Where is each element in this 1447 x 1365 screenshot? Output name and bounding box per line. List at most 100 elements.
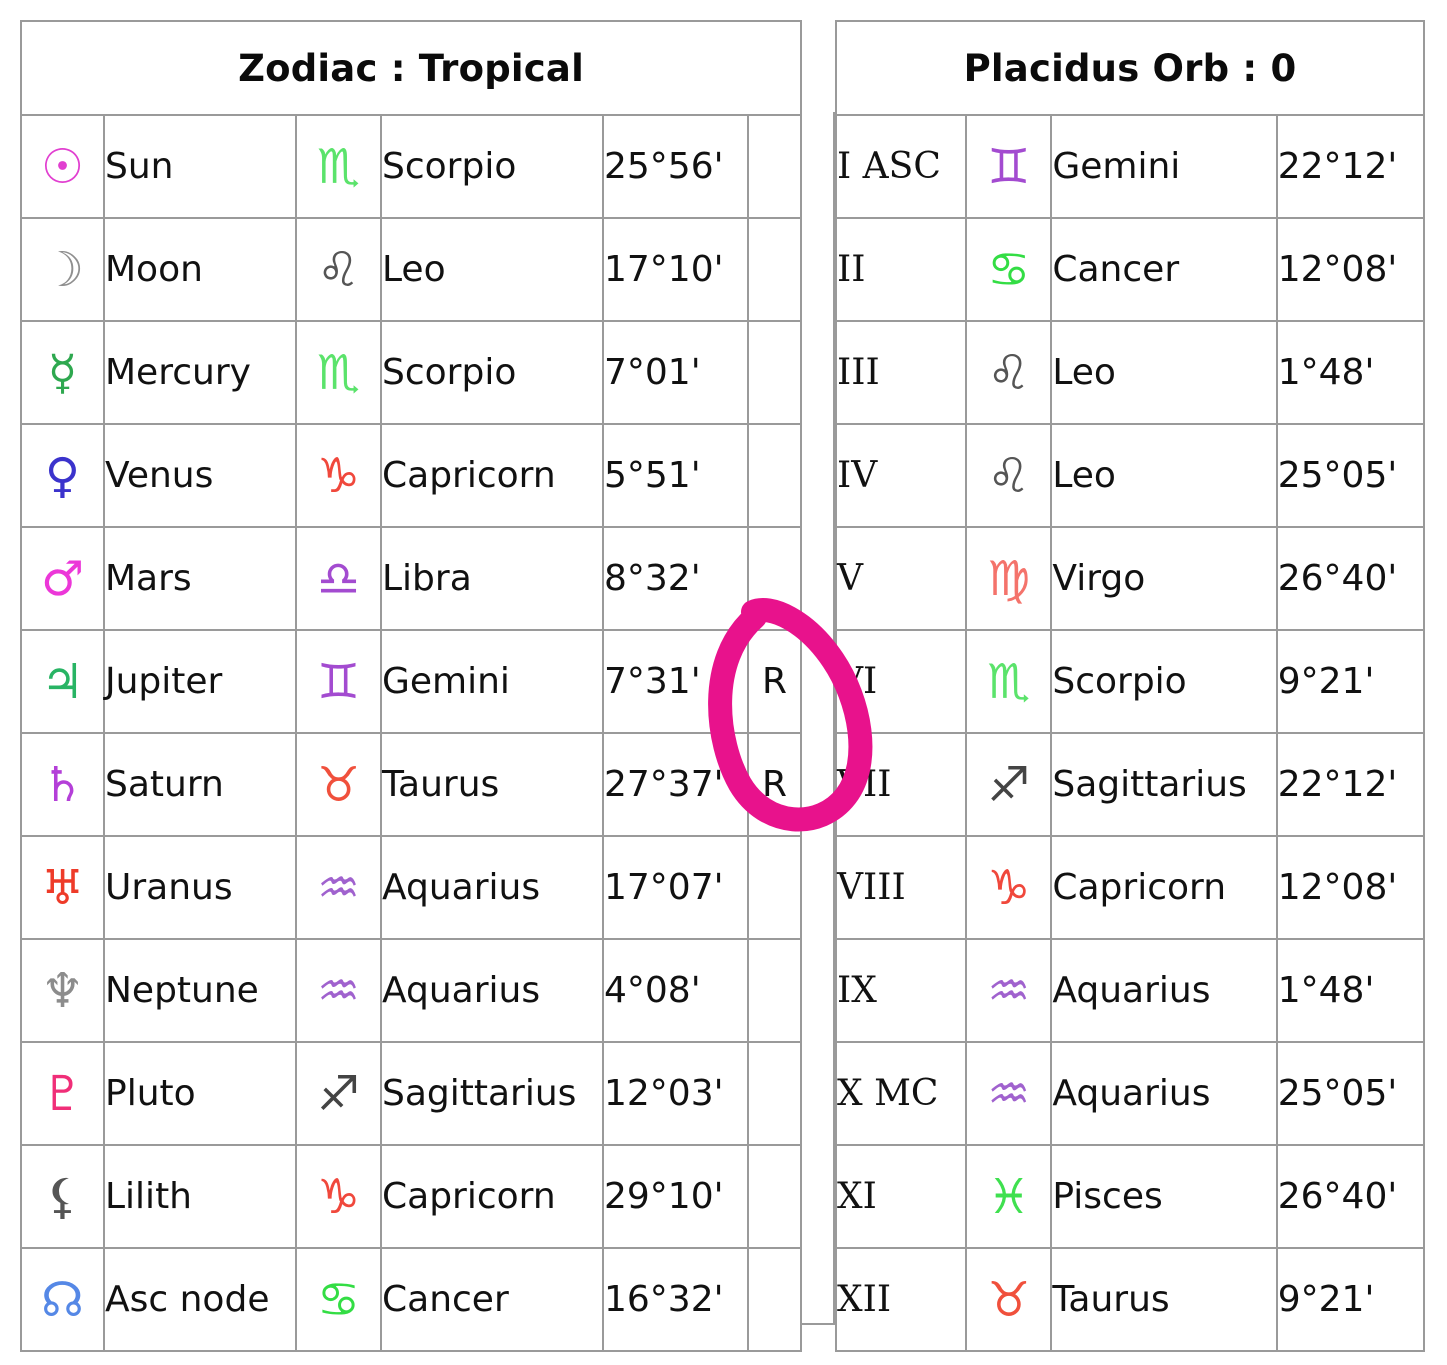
sign-name-cell: Aquarius	[380, 938, 604, 1043]
zodiac-table-header-row: Zodiac : Tropical	[19, 20, 803, 116]
sign-name-cell: Sagittarius	[380, 1041, 604, 1146]
lilith-icon: ⚸	[44, 1168, 81, 1225]
degree-cell: 7°01'	[602, 320, 749, 425]
sign-name-cell: Leo	[380, 217, 604, 322]
scorpio-icon: ♏	[316, 344, 361, 401]
sign-name-cell: Capricorn	[380, 423, 604, 528]
pluto-icon: ♇	[40, 1065, 85, 1122]
table-row: VII ♐ Sagittarius 22°12'	[834, 732, 1426, 837]
planet-name-cell: Lilith	[103, 1144, 297, 1249]
degree-cell: 12°08'	[1275, 835, 1426, 940]
retrograde-cell	[746, 114, 803, 219]
table-row: ♅ Uranus ♒ Aquarius 17°07'	[20, 835, 803, 940]
house-number-cell: IX	[834, 938, 968, 1043]
retrograde-cell	[746, 320, 803, 425]
jupiter-icon: ♃	[40, 653, 85, 710]
sign-name-cell: Gemini	[380, 629, 604, 734]
retrograde-cell	[746, 1144, 803, 1249]
house-table-title: Placidus Orb : 0	[835, 20, 1425, 116]
degree-cell: 7°31'	[602, 629, 749, 734]
sign-name-cell: Leo	[1050, 423, 1278, 528]
saturn-icon: ♄	[40, 756, 85, 813]
sign-symbol-cell: ♋	[965, 217, 1053, 322]
sign-name-cell: Virgo	[1050, 526, 1278, 631]
table-row: ♇ Pluto ♐ Sagittarius 12°03'	[20, 1041, 803, 1146]
pisces-icon: ♓	[987, 1168, 1031, 1225]
house-number-cell: XII	[834, 1247, 968, 1352]
sun-icon: ☉	[40, 138, 85, 195]
house-number-cell: V	[834, 526, 968, 631]
table-row: ♆ Neptune ♒ Aquarius 4°08'	[20, 938, 803, 1043]
degree-cell: 22°12'	[1275, 732, 1426, 837]
table-row: VIII ♑ Capricorn 12°08'	[834, 835, 1426, 940]
degree-cell: 5°51'	[602, 423, 749, 528]
sign-name-cell: Leo	[1050, 320, 1278, 425]
sign-symbol-cell: ♐	[965, 732, 1053, 837]
table-row: ☉ Sun ♏ Scorpio 25°56'	[20, 114, 803, 219]
retrograde-cell	[746, 835, 803, 940]
neptune-icon: ♆	[40, 962, 85, 1019]
scorpio-icon: ♏	[316, 138, 361, 195]
house-number-cell: IV	[834, 423, 968, 528]
planet-symbol-cell: ♄	[20, 732, 105, 837]
planet-symbol-cell: ♆	[20, 938, 105, 1043]
table-row: X MC ♒ Aquarius 25°05'	[834, 1041, 1426, 1146]
degree-cell: 9°21'	[1275, 629, 1426, 734]
leo-icon: ♌	[987, 447, 1031, 504]
degree-cell: 9°21'	[1275, 1247, 1426, 1352]
aquarius-icon: ♒	[987, 1065, 1031, 1122]
degree-cell: 26°40'	[1275, 1144, 1426, 1249]
table-row: XII ♉ Taurus 9°21'	[834, 1247, 1426, 1352]
house-number-cell: III	[834, 320, 968, 425]
sign-symbol-cell: ♌	[965, 423, 1053, 528]
degree-cell: 17°10'	[602, 217, 749, 322]
retrograde-cell	[746, 1041, 803, 1146]
degree-cell: 16°32'	[602, 1247, 749, 1352]
retrograde-cell	[746, 423, 803, 528]
planet-symbol-cell: ♀	[20, 423, 105, 528]
table-row: IV ♌ Leo 25°05'	[834, 423, 1426, 528]
table-row: ⚸ Lilith ♑ Capricorn 29°10'	[20, 1144, 803, 1249]
sagittarius-icon: ♐	[987, 756, 1031, 813]
sign-name-cell: Aquarius	[1050, 1041, 1278, 1146]
sign-name-cell: Capricorn	[1050, 835, 1278, 940]
planet-name-cell: Moon	[103, 217, 297, 322]
sign-symbol-cell: ♉	[965, 1247, 1053, 1352]
house-number-cell: II	[834, 217, 968, 322]
planet-symbol-cell: ☉	[20, 114, 105, 219]
planet-symbol-cell: ♅	[20, 835, 105, 940]
sign-symbol-cell: ♋	[295, 1247, 382, 1352]
sign-name-cell: Taurus	[380, 732, 604, 837]
virgo-icon: ♍	[987, 550, 1031, 607]
degree-cell: 8°32'	[602, 526, 749, 631]
aquarius-icon: ♒	[987, 962, 1031, 1019]
retrograde-cell	[746, 526, 803, 631]
table-row: ☊ Asc node ♋ Cancer 16°32'	[20, 1247, 803, 1352]
sign-name-cell: Scorpio	[380, 320, 604, 425]
sign-symbol-cell: ♒	[295, 938, 382, 1043]
degree-cell: 29°10'	[602, 1144, 749, 1249]
house-number-cell: VIII	[834, 835, 968, 940]
sign-symbol-cell: ♑	[295, 1144, 382, 1249]
sign-symbol-cell: ♑	[295, 423, 382, 528]
venus-icon: ♀	[44, 447, 81, 504]
cancer-icon: ♋	[316, 1271, 361, 1328]
table-row: ☽ Moon ♌ Leo 17°10'	[20, 217, 803, 322]
house-number-cell: VI	[834, 629, 968, 734]
sign-name-cell: Cancer	[380, 1247, 604, 1352]
house-table-body: I ASC ♊ Gemini 22°12' II ♋ Cancer 12°08' III ♌ Leo…	[834, 114, 1426, 1352]
sign-symbol-cell: ♒	[965, 938, 1053, 1043]
house-number-cell: X MC	[834, 1041, 968, 1146]
sign-name-cell: Scorpio	[1050, 629, 1278, 734]
zodiac-table-body: ☉ Sun ♏ Scorpio 25°56' ☽ Moon ♌ Leo 17°10' ☿ Mercur…	[20, 114, 803, 1352]
sign-symbol-cell: ♉	[295, 732, 382, 837]
table-row: ♄ Saturn ♉ Taurus 27°37' R	[20, 732, 803, 837]
planet-name-cell: Mercury	[103, 320, 297, 425]
planet-symbol-cell: ♃	[20, 629, 105, 734]
sign-name-cell: Cancer	[1050, 217, 1278, 322]
degree-cell: 12°08'	[1275, 217, 1426, 322]
degree-cell: 25°56'	[602, 114, 749, 219]
sign-symbol-cell: ♍	[965, 526, 1053, 631]
sign-symbol-cell: ♎	[295, 526, 382, 631]
gemini-icon: ♊	[316, 653, 361, 710]
